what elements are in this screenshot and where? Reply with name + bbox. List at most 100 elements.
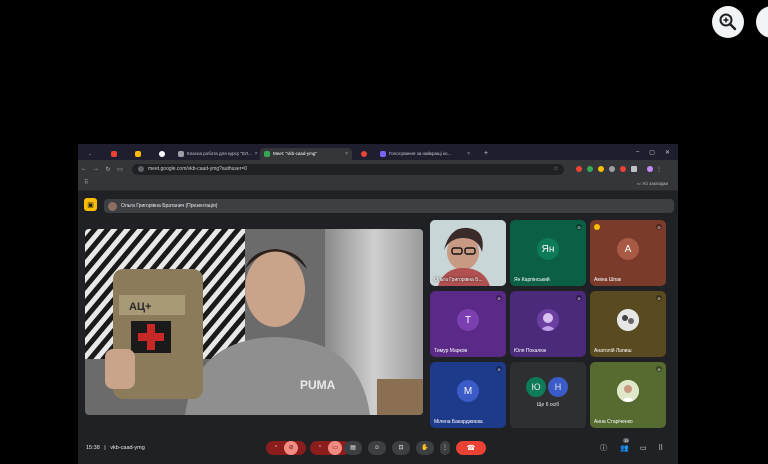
hand-icon: ✋ [421, 445, 429, 451]
mic-off-icon: ⊘ [656, 224, 662, 230]
forward-icon[interactable]: → [90, 166, 102, 172]
participant-tile-anna[interactable]: ⊘ Анна Старіченко [590, 362, 666, 428]
cast-icon[interactable]: ▭ [114, 166, 126, 173]
plus-icon: + [483, 150, 489, 157]
participant-name: Анна Старіченко [594, 419, 633, 425]
screenshot-frame: ⌄ Класна робота для курсу "ЕЛ... × Meet:… [78, 144, 678, 464]
extension-icon[interactable] [620, 166, 626, 172]
hand-raised-icon [594, 224, 600, 230]
avatar-image [617, 309, 639, 332]
mic-off-icon: ⊘ [284, 440, 299, 455]
extension-icon[interactable] [587, 166, 593, 172]
main-video-presentation[interactable]: PUMA АЦ+ [85, 229, 423, 415]
url-input[interactable]: meet.google.com/vkb-caad-ymg?authuser=0 … [132, 163, 564, 175]
minimize-icon[interactable]: – [636, 149, 639, 156]
meeting-code: vkb-caad-ymg [110, 444, 145, 451]
address-bar-row: ← → ↻ ▭ meet.google.com/vkb-caad-ymg?aut… [78, 160, 678, 178]
close-window-icon[interactable]: ✕ [665, 149, 670, 156]
mic-off-icon: ⊘ [656, 366, 662, 372]
presenter-label: Ольга Григорівна Братанич (Презентація) [121, 203, 218, 209]
maximize-icon[interactable]: ▢ [649, 149, 655, 156]
clock-time: 15:38 [86, 444, 100, 451]
more-participants-label: Ще 6 осіб [536, 402, 560, 408]
mic-off-icon: ⊘ [496, 295, 502, 301]
tab-0[interactable] [102, 148, 126, 160]
zoom-in-button[interactable] [712, 6, 744, 38]
close-tab-icon[interactable]: × [255, 151, 258, 157]
zoom-in-icon [719, 13, 737, 31]
tab-5[interactable] [352, 148, 376, 160]
participant-avatar: Н [548, 377, 568, 397]
participant-avatar: Ян [537, 238, 559, 261]
tab-1[interactable] [126, 148, 150, 160]
back-icon[interactable]: ← [78, 166, 90, 172]
info-icon[interactable]: ⓘ [600, 443, 607, 453]
favicon [159, 150, 165, 157]
svg-text:PUMA: PUMA [300, 378, 336, 392]
meet-panel-icon[interactable]: ▣ [84, 198, 97, 211]
mic-toggle-button[interactable]: ⌃ ⊘ [266, 440, 306, 455]
leave-call-button[interactable]: ☎ [456, 440, 486, 455]
browser-tab-bar: ⌄ Класна робота для курсу "ЕЛ... × Meet:… [78, 144, 678, 160]
mic-off-icon: ⊘ [576, 295, 582, 301]
captions-button[interactable]: ▤ [344, 440, 362, 455]
all-bookmarks[interactable]: ▭ Усі закладки [637, 181, 668, 187]
participant-avatar: А [617, 238, 639, 261]
tab-menu[interactable]: ⌄ [78, 148, 102, 160]
tab-2[interactable] [150, 148, 174, 160]
apps-icon[interactable]: ⠿ [84, 179, 88, 186]
chat-icon[interactable]: ▭ [640, 444, 647, 452]
reload-icon[interactable]: ↻ [102, 166, 114, 173]
camera-off-icon: ▭ [328, 440, 343, 455]
presenter-avatar [108, 201, 117, 211]
participant-tile-tymur[interactable]: Т ⊘ Тимур Марков [430, 291, 506, 357]
tab-voting[interactable]: Голосування за найкращі ко... × [376, 148, 474, 160]
tab-classwork[interactable]: Класна робота для курсу "ЕЛ... × [174, 148, 260, 160]
participant-tile-olha[interactable]: Ольга Григорівна Б... [430, 220, 506, 286]
meet-control-bar: 15:38 | vkb-caad-ymg ⌃ ⊘ ⌃ ▭ ▤ ☺ ⊡ ✋ ⋮ ☎… [78, 431, 678, 464]
activities-icon[interactable]: ⠿ [658, 444, 663, 452]
participant-tile-anatolii[interactable]: ⊘ Анатолій Лапиш [590, 291, 666, 357]
people-icon[interactable]: 👥 15 [620, 437, 630, 452]
participant-name: Аміна Шпак [594, 277, 622, 283]
favicon [111, 150, 117, 157]
participant-tile-amina[interactable]: А ⊘ Аміна Шпак [590, 220, 666, 286]
participant-tile-milena[interactable]: М ⊘ Мілена Бакарджиєва [430, 362, 506, 428]
close-tab-icon[interactable]: × [345, 151, 348, 157]
chevron-up-icon[interactable]: ⌃ [274, 445, 278, 451]
tab-label: Класна робота для курсу "ЕЛ... [187, 151, 252, 156]
participant-name: Ольга Григорівна Б... [434, 277, 483, 283]
meet-area: ▣ Ольга Григорівна Братанич (Презентація… [78, 191, 678, 464]
extension-icon[interactable] [576, 166, 582, 172]
more-options-button[interactable]: ⋮ [440, 440, 450, 455]
presenter-bar: Ольга Григорівна Братанич (Презентація) [104, 199, 674, 213]
bookmark-star-icon[interactable]: ☆ [554, 166, 558, 172]
viewer-button[interactable] [756, 6, 768, 38]
extension-icon[interactable] [598, 166, 604, 172]
extensions-puzzle-icon[interactable] [631, 166, 637, 172]
presentation-image: PUMA АЦ+ [85, 229, 423, 415]
window-controls: – ▢ ✕ [636, 149, 678, 156]
close-tab-icon[interactable]: × [467, 151, 470, 157]
tab-meet[interactable]: Meet: "vkb-caad-ymg" × [260, 147, 352, 160]
favicon [361, 150, 367, 157]
participant-tile-yan[interactable]: Ян ⊘ Ян Карпінський [510, 220, 586, 286]
site-info-icon[interactable] [138, 166, 144, 172]
emoji-button[interactable]: ☺ [368, 440, 386, 455]
favicon [178, 150, 184, 157]
present-screen-icon: ⊡ [398, 445, 404, 451]
chevron-up-icon[interactable]: ⌃ [318, 445, 322, 451]
more-participants-tile[interactable]: Ю Н Ще 6 осіб [510, 362, 586, 428]
menu-icon[interactable]: ⋮ [653, 166, 665, 173]
present-button[interactable]: ⊡ [392, 440, 410, 455]
participant-tile-yulia[interactable]: ⊘ Юля Покалюк [510, 291, 586, 357]
new-tab-button[interactable]: + [474, 148, 498, 160]
participant-avatar: М [457, 380, 479, 403]
participant-count-badge: 15 [623, 437, 630, 443]
extension-icon[interactable] [609, 166, 615, 172]
participant-name: Анатолій Лапиш [594, 348, 632, 354]
mic-off-icon: ⊘ [656, 295, 662, 301]
tab-label: Meet: "vkb-caad-ymg" [273, 151, 317, 156]
raise-hand-button[interactable]: ✋ [416, 440, 434, 455]
avatar-image [617, 380, 639, 403]
